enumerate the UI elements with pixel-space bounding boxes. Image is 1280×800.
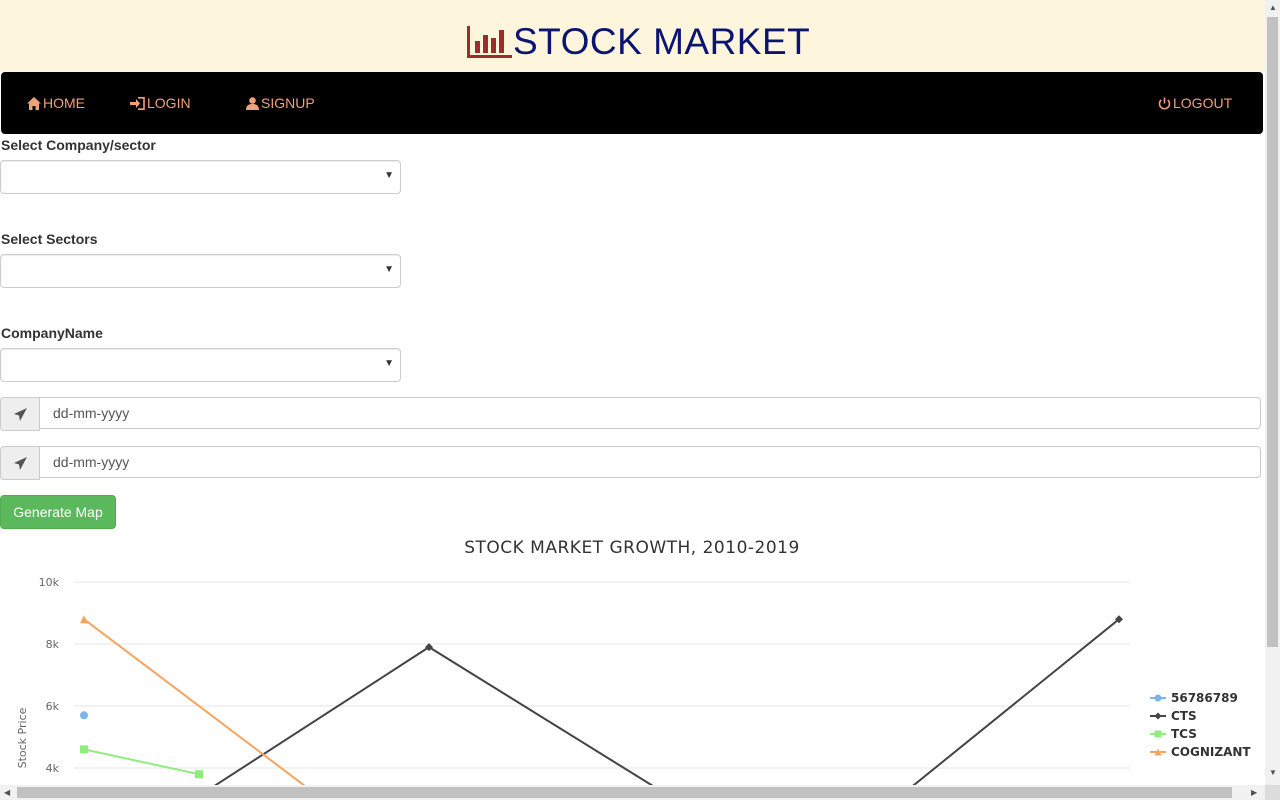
generate-map-button[interactable]: Generate Map <box>0 495 116 529</box>
user-icon <box>246 96 259 110</box>
scroll-right-icon[interactable]: ▶ <box>1251 788 1257 797</box>
legend-item[interactable]: TCS <box>1150 727 1197 741</box>
from-date-group: dd-mm-yyyy <box>0 397 1262 431</box>
nav-home[interactable]: HOME <box>27 72 85 134</box>
legend-item[interactable]: 56786789 <box>1150 691 1238 705</box>
legend-item[interactable]: COGNIZANT <box>1150 745 1251 759</box>
chart-svg: STOCK MARKET GROWTH, 2010-2019 Stock Pri… <box>16 538 1251 786</box>
brand-title: STOCK MARKET <box>513 21 811 62</box>
bar-chart-icon <box>467 26 512 58</box>
to-date-addon <box>0 446 40 480</box>
nav-login-label: LOGIN <box>147 95 191 111</box>
data-point[interactable] <box>1154 712 1162 720</box>
legend-item[interactable]: CTS <box>1150 709 1197 723</box>
send-icon <box>13 456 27 470</box>
navbar: HOME LOGIN SIGNUP LOGOUT <box>1 72 1263 134</box>
horizontal-scroll-thumb[interactable] <box>17 787 1232 798</box>
vertical-scrollbar[interactable]: ▲ ▼ <box>1265 0 1280 785</box>
login-icon <box>130 96 145 110</box>
nav-signup[interactable]: SIGNUP <box>246 72 315 134</box>
nav-signup-label: SIGNUP <box>261 95 315 111</box>
data-point[interactable] <box>80 745 88 754</box>
from-date-addon <box>0 397 40 431</box>
to-date-group: dd-mm-yyyy <box>0 446 1262 480</box>
vertical-scroll-thumb[interactable] <box>1267 17 1278 647</box>
scrollbar-corner <box>1265 785 1280 800</box>
horizontal-scrollbar[interactable]: ◀ ▶ <box>0 785 1265 800</box>
company-name-select[interactable]: ▼ <box>0 348 401 382</box>
power-icon <box>1158 97 1171 109</box>
data-point[interactable] <box>195 770 203 779</box>
nav-logout-label: LOGOUT <box>1173 95 1233 111</box>
nav-home-label: HOME <box>43 95 85 111</box>
nav-login[interactable]: LOGIN <box>130 72 191 134</box>
legend-label: TCS <box>1171 727 1197 741</box>
y-axis-label: Stock Price <box>16 707 29 768</box>
y-tick-label: 4k <box>46 762 60 775</box>
company-name-label: CompanyName <box>1 325 103 341</box>
company-sector-select[interactable]: ▼ <box>0 160 401 194</box>
data-point[interactable] <box>1154 730 1162 738</box>
stock-chart: STOCK MARKET GROWTH, 2010-2019 Stock Pri… <box>0 530 1263 786</box>
sectors-label: Select Sectors <box>1 231 98 247</box>
legend-label: 56786789 <box>1171 691 1238 705</box>
page-header: STOCK MARKET <box>0 0 1265 72</box>
data-point[interactable] <box>80 615 88 624</box>
brand: STOCK MARKET <box>466 22 810 62</box>
data-point[interactable] <box>1154 694 1162 702</box>
to-date-input[interactable]: dd-mm-yyyy <box>39 446 1261 478</box>
dropdown-arrow-icon: ▼ <box>384 264 394 275</box>
legend-label: CTS <box>1171 709 1197 723</box>
sectors-select[interactable]: ▼ <box>0 254 401 288</box>
dropdown-arrow-icon: ▼ <box>384 170 394 181</box>
series-line <box>83 748 200 776</box>
from-date-placeholder: dd-mm-yyyy <box>53 405 130 421</box>
y-tick-label: 8k <box>46 638 60 651</box>
company-sector-label: Select Company/sector <box>1 137 156 153</box>
y-tick-label: 10k <box>39 576 60 589</box>
send-icon <box>13 407 27 421</box>
legend-label: COGNIZANT <box>1171 745 1251 759</box>
chart-title: STOCK MARKET GROWTH, 2010-2019 <box>464 538 800 558</box>
nav-logout[interactable]: LOGOUT <box>1158 72 1232 134</box>
y-tick-label: 6k <box>46 700 60 713</box>
scroll-down-icon[interactable]: ▼ <box>1269 768 1277 777</box>
to-date-placeholder: dd-mm-yyyy <box>53 454 130 470</box>
data-point[interactable] <box>80 711 88 720</box>
dropdown-arrow-icon: ▼ <box>384 358 394 369</box>
from-date-input[interactable]: dd-mm-yyyy <box>39 397 1261 429</box>
scroll-up-icon[interactable]: ▲ <box>1269 3 1277 12</box>
scroll-left-icon[interactable]: ◀ <box>4 788 10 797</box>
home-icon <box>27 96 41 110</box>
